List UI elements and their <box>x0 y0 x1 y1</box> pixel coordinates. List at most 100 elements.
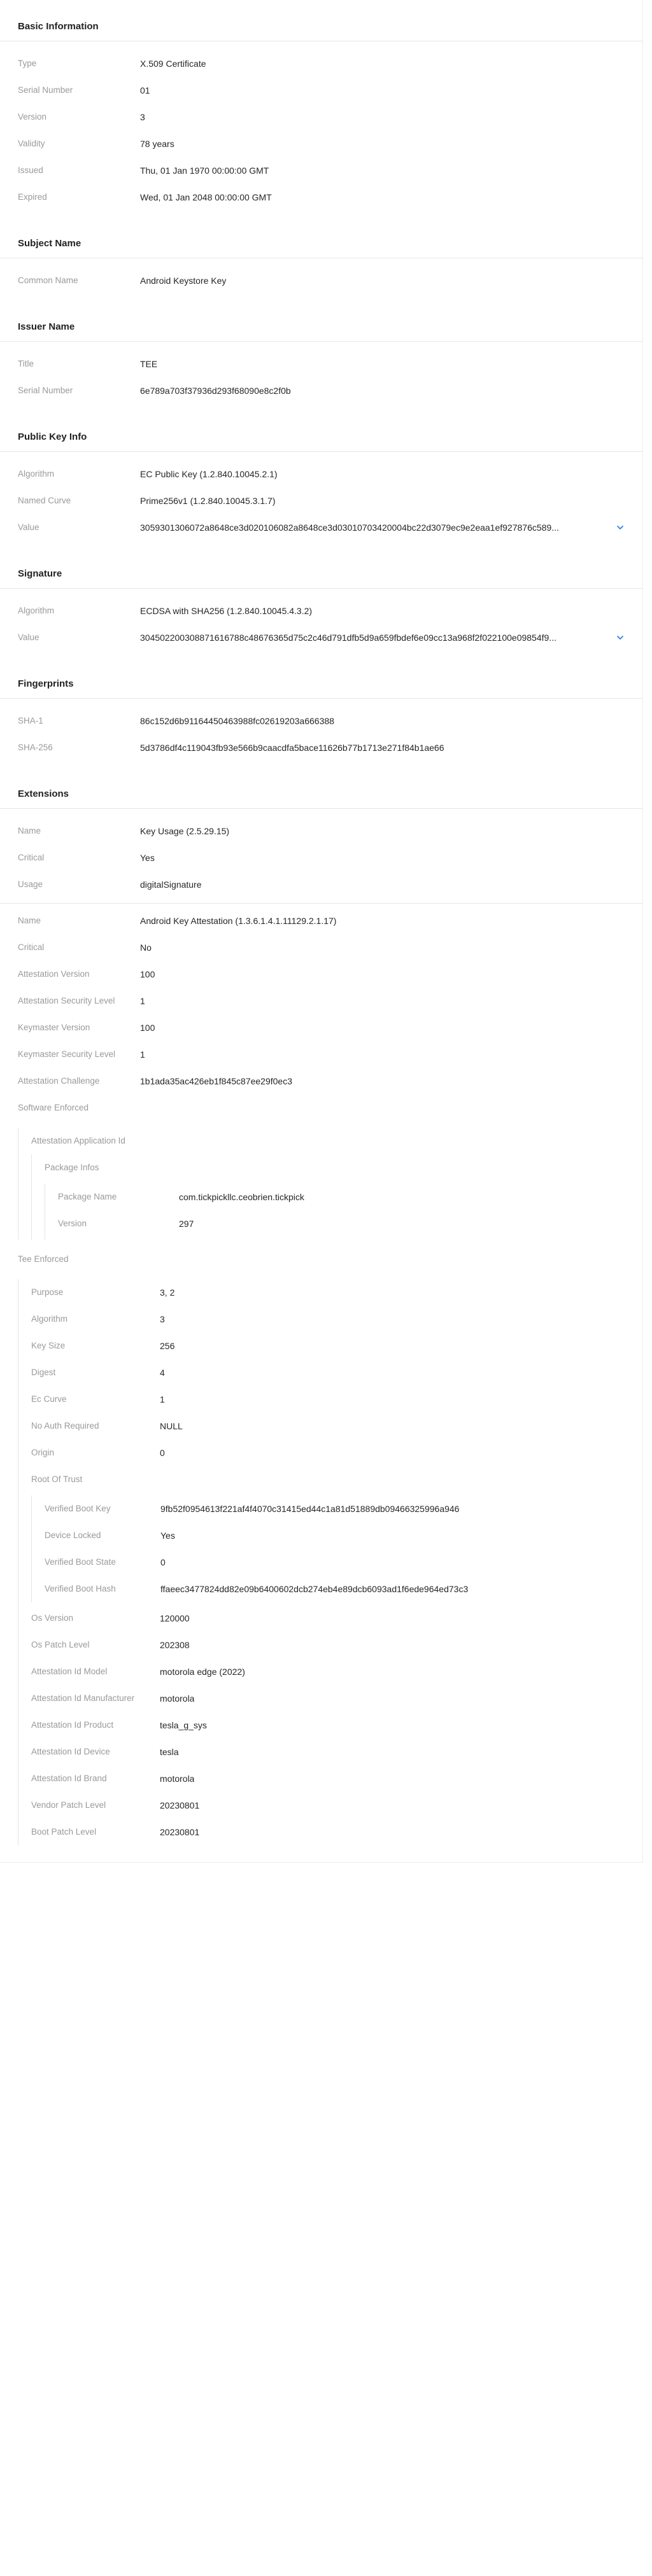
field-value: 297 <box>179 1219 194 1229</box>
package-infos-group: Package Name com.tickpickllc.ceobrien.tic… <box>45 1184 642 1240</box>
section-title-public-key: Public Key Info <box>18 431 87 442</box>
row-id-manufacturer: Attestation Id Manufacturer motorola <box>18 1685 642 1712</box>
field-label: Value <box>18 522 39 532</box>
field-label: Algorithm <box>31 1314 68 1324</box>
group-label: Software Enforced <box>18 1103 89 1112</box>
row-title: Title TEE <box>0 351 642 377</box>
row-pk-algorithm: Algorithm EC Public Key (1.2.840.10045.2.… <box>0 461 642 487</box>
field-label: Attestation Security Level <box>18 996 115 1005</box>
field-label: Attestation Id Product <box>31 1720 114 1730</box>
field-label: Os Patch Level <box>31 1640 90 1649</box>
row-root-of-trust: Root Of Trust <box>18 1466 642 1493</box>
group-label: Package Infos <box>45 1163 99 1172</box>
field-value: 3, 2 <box>160 1287 175 1298</box>
row-pk-value: Value 3059301306072a8648ce3d020106082a864… <box>0 514 642 541</box>
section-title-signature: Signature <box>18 568 62 579</box>
row-version: Version 3 <box>0 104 642 130</box>
field-label: Attestation Version <box>18 969 90 979</box>
row-ext-critical: Critical Yes <box>0 844 642 871</box>
extension-rows: Name Key Usage (2.5.29.15) Critical Yes Us… <box>0 809 642 1862</box>
field-label: Value <box>18 633 39 642</box>
field-label: Usage <box>18 879 43 889</box>
field-value: 0 <box>160 1448 165 1458</box>
field-value: 20230801 <box>160 1827 200 1837</box>
certificate-viewer: Basic Information Type X.509 Certificate … <box>0 0 652 2576</box>
field-value: 256 <box>160 1341 175 1351</box>
field-value: digitalSignature <box>140 879 202 890</box>
field-value: X.509 Certificate <box>140 59 206 69</box>
row-challenge: Attestation Challenge 1b1ada35ac426eb1f84… <box>0 1068 642 1095</box>
field-label: Issued <box>18 165 43 175</box>
field-value: tesla_g_sys <box>160 1720 207 1730</box>
row-type: Type X.509 Certificate <box>0 50 642 77</box>
field-label: Attestation Id Device <box>31 1747 110 1756</box>
row-boot-patch: Boot Patch Level 20230801 <box>18 1819 642 1845</box>
field-label: Verified Boot Key <box>45 1504 111 1513</box>
field-value: 100 <box>140 969 155 979</box>
field-value: No <box>140 942 152 953</box>
field-label: Attestation Id Brand <box>31 1774 107 1783</box>
root-of-trust-group: Verified Boot Key 9fb52f0954613f221af4f40… <box>31 1495 642 1602</box>
subject-rows: Common Name Android Keystore Key <box>0 258 642 300</box>
row-verified-boot-key: Verified Boot Key 9fb52f0954613f221af4f40… <box>32 1495 642 1522</box>
section-title-issuer: Issuer Name <box>18 321 75 332</box>
field-value: 9fb52f0954613f221af4f4070c31415ed44c1a81… <box>160 1504 460 1514</box>
field-value: TEE <box>140 359 158 369</box>
group-label: Tee Enforced <box>18 1254 69 1264</box>
row-id-brand: Attestation Id Brand motorola <box>18 1765 642 1792</box>
row-software-enforced: Software Enforced <box>0 1095 642 1121</box>
field-label: Version <box>18 112 47 122</box>
row-os-patch: Os Patch Level 202308 <box>18 1632 642 1658</box>
field-label: Attestation Id Model <box>31 1667 108 1676</box>
field-value: Android Key Attestation (1.3.6.1.4.1.111… <box>140 916 337 926</box>
row-tee-enforced: Tee Enforced <box>0 1246 642 1273</box>
field-value: Wed, 01 Jan 2048 00:00:00 GMT <box>140 192 272 202</box>
field-value: NULL <box>160 1421 183 1431</box>
field-label: Critical <box>18 853 45 862</box>
field-label: Origin <box>31 1448 55 1457</box>
section-title-fingerprints: Fingerprints <box>18 678 74 689</box>
row-package-version: Version 297 <box>45 1210 642 1237</box>
field-label: Title <box>18 359 34 368</box>
field-label: Vendor Patch Level <box>31 1800 106 1810</box>
group-label: Root Of Trust <box>31 1474 83 1484</box>
field-label: Keymaster Security Level <box>18 1049 116 1059</box>
field-label: Verified Boot Hash <box>45 1584 116 1593</box>
basic-rows: Type X.509 Certificate Serial Number 01 Ve… <box>0 41 642 217</box>
section-title-subject: Subject Name <box>18 238 82 249</box>
field-label: SHA-256 <box>18 743 53 752</box>
section-title-extensions: Extensions <box>18 788 69 799</box>
row-verified-boot-hash: Verified Boot Hash ffaeec3477824dd82e09b6… <box>32 1576 642 1602</box>
field-value: 202308 <box>160 1640 190 1650</box>
group-label: Attestation Application Id <box>31 1136 125 1145</box>
divider <box>0 903 642 904</box>
field-label: Attestation Id Manufacturer <box>31 1693 135 1703</box>
row-no-auth: No Auth Required NULL <box>18 1413 642 1439</box>
field-value: Yes <box>160 1530 175 1541</box>
field-value: 20230801 <box>160 1800 200 1810</box>
field-value: com.tickpickllc.ceobrien.tickpick <box>179 1192 304 1202</box>
row-id-model: Attestation Id Model motorola edge (2022) <box>18 1658 642 1685</box>
field-value: 120000 <box>160 1613 190 1623</box>
field-value: 3059301306072a8648ce3d020106082a8648ce3d… <box>140 522 559 533</box>
field-value: 86c152d6b91164450463988fc02619203a666388 <box>140 716 334 726</box>
field-value: 01 <box>140 85 150 95</box>
field-label: Ec Curve <box>31 1394 67 1404</box>
row-att-critical: Critical No <box>0 934 642 961</box>
chevron-down-icon[interactable] <box>614 514 626 541</box>
field-value: Android Keystore Key <box>140 276 227 286</box>
field-label: Serial Number <box>18 85 73 95</box>
field-value: 4 <box>160 1368 165 1378</box>
chevron-down-icon[interactable] <box>614 624 626 651</box>
fingerprint-rows: SHA-1 86c152d6b91164450463988fc02619203a6… <box>0 699 642 767</box>
row-device-locked: Device Locked Yes <box>32 1522 642 1549</box>
row-validity: Validity 78 years <box>0 130 642 157</box>
field-label: Keymaster Version <box>18 1023 90 1032</box>
field-value: ECDSA with SHA256 (1.2.840.10045.4.3.2) <box>140 606 313 616</box>
field-value: 0 <box>160 1557 166 1567</box>
row-km-version: Keymaster Version 100 <box>0 1014 642 1041</box>
field-label: SHA-1 <box>18 716 43 725</box>
row-sig-algorithm: Algorithm ECDSA with SHA256 (1.2.840.1004… <box>0 598 642 624</box>
field-value: tesla <box>160 1747 179 1757</box>
